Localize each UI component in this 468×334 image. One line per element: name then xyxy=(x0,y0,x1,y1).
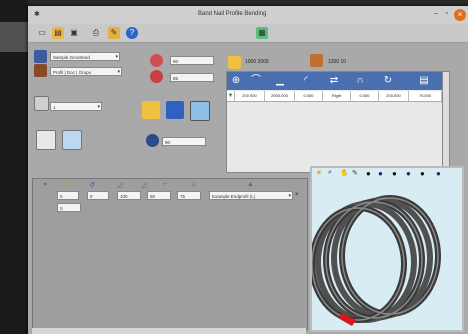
help-icon[interactable]: ? xyxy=(126,27,138,39)
corner-icon: ⌐ xyxy=(163,181,168,188)
pan-icon[interactable]: ✋ xyxy=(340,169,349,177)
param-extra-input[interactable]: 0 xyxy=(57,203,81,212)
end-profile-select[interactable]: Example Endprofil (L) xyxy=(209,191,293,200)
shape-grid-icon[interactable] xyxy=(190,101,210,121)
table-cell[interactable]: Right xyxy=(323,91,351,101)
parameter-panel: ● ✎ ↺ ◿ ◿ ⌐ ⟂ ▲ 0 0 100 90 75 Example En… xyxy=(32,178,308,330)
toolbar: ▭ ▤ ▣ ⎙ ✎ ? ▦ xyxy=(28,24,468,43)
new-icon[interactable]: ▭ xyxy=(36,27,48,39)
slope-icon: ◿ xyxy=(117,182,123,189)
export-icon[interactable]: ▦ xyxy=(256,27,268,39)
param-input-3[interactable]: 100 xyxy=(117,191,141,200)
radius-icon xyxy=(150,54,163,67)
zoom-icon[interactable]: ⌕ xyxy=(328,169,332,177)
checkbox-icon[interactable] xyxy=(34,96,49,111)
sphere-icon: ● xyxy=(43,181,48,188)
view-sphere-3-icon[interactable]: ● xyxy=(392,169,397,178)
rotate-icon xyxy=(146,134,159,147)
table-scrollbar[interactable] xyxy=(442,71,450,171)
shape-blue-icon[interactable] xyxy=(166,101,184,119)
profile-select[interactable]: Profil | Doc | Grupo xyxy=(50,67,122,76)
param-input-4[interactable]: 90 xyxy=(147,191,171,200)
window-menu-icon[interactable]: ✱ xyxy=(34,10,40,18)
pitch-col-icon[interactable]: ∩ xyxy=(353,74,367,88)
value-mid-field[interactable]: 85 xyxy=(170,73,214,82)
view-sphere-1-icon[interactable]: ● xyxy=(366,169,371,178)
angle-icon xyxy=(150,70,163,83)
split-icon: ⟂ xyxy=(191,181,196,188)
bend-tool-icon[interactable] xyxy=(36,130,56,150)
value-top-field[interactable]: 90 xyxy=(170,56,214,65)
view-sphere-5-icon[interactable]: ● xyxy=(420,169,425,178)
remove-icon[interactable]: × xyxy=(295,192,299,198)
material-select[interactable]: Sample Grootrend xyxy=(50,52,120,61)
desktop-band xyxy=(0,22,28,52)
param-input-1[interactable]: 0 xyxy=(57,191,79,200)
maximize-icon[interactable]: ▫ xyxy=(446,10,448,17)
hook-icon: ↺ xyxy=(89,182,95,189)
small-select[interactable]: 1 xyxy=(50,102,102,111)
minimize-icon[interactable]: – xyxy=(434,10,438,17)
table-cell[interactable]: 200.000 xyxy=(379,91,409,101)
segments-table: ⊕ ⌒ ▁ ◜ ⇄ ∩ ↻ ▤ ▼ 200 000 2000.000 0.000… xyxy=(226,71,443,173)
settings-icon[interactable]: ✎ xyxy=(108,27,120,39)
param-input-5[interactable]: 75 xyxy=(177,191,201,200)
slope2-icon: ◿ xyxy=(141,182,147,189)
add-row-icon[interactable]: ⊕ xyxy=(229,74,243,88)
pin-icon: ✎ xyxy=(65,182,71,189)
arc-icon[interactable]: ⌒ xyxy=(249,74,263,88)
print-icon[interactable]: ⎙ xyxy=(90,27,102,39)
table-cell[interactable]: 75.000 xyxy=(409,91,442,101)
table-header: ⊕ ⌒ ▁ ◜ ⇄ ∩ ↻ ▤ xyxy=(227,72,442,90)
delete-row-icon[interactable]: ▤ xyxy=(417,74,431,88)
view-sphere-2-icon[interactable]: ● xyxy=(378,169,383,178)
tab2-label[interactable]: 1200 10 xyxy=(328,59,346,65)
turn-col-icon[interactable]: ↻ xyxy=(381,74,395,88)
profile-icon xyxy=(34,64,47,77)
window-title: Band Nail Profile Bending xyxy=(198,11,267,17)
save-icon[interactable]: ▣ xyxy=(68,27,80,39)
row-marker-icon: ▼ xyxy=(227,91,235,101)
direction-col-icon[interactable]: ⇄ xyxy=(327,74,341,88)
close-button[interactable]: × xyxy=(454,9,466,21)
table-cell[interactable]: 2000.000 xyxy=(265,91,295,101)
radius-col-icon[interactable]: ◜ xyxy=(299,74,313,88)
table-cell[interactable]: 0.000 xyxy=(295,91,323,101)
coil-render xyxy=(312,195,441,326)
horizontal-scrollbar[interactable] xyxy=(32,328,306,334)
stack-icon: ▲ xyxy=(247,181,254,188)
title-bar: ✱ Band Nail Profile Bending – ▫ × xyxy=(28,6,468,24)
viewport-toolbar: ✳ ⌕ ✋ ✎ ● ● ● ● ● ● xyxy=(312,168,462,180)
table-cell[interactable]: 0.000 xyxy=(351,91,379,101)
pencil-icon[interactable]: ✎ xyxy=(352,169,358,177)
view-sphere-6-icon[interactable]: ● xyxy=(436,169,441,178)
line-icon[interactable]: ▁ xyxy=(273,74,287,88)
tab1-icon[interactable] xyxy=(228,56,241,69)
view-sphere-4-icon[interactable]: ● xyxy=(406,169,411,178)
shape-yellow-icon[interactable] xyxy=(142,101,160,119)
tab1-label[interactable]: 1000 2000 xyxy=(245,59,269,65)
3d-viewport[interactable]: ✳ ⌕ ✋ ✎ ● ● ● ● ● ● xyxy=(310,166,464,332)
material-icon xyxy=(34,50,47,63)
ruler-tool-icon[interactable] xyxy=(62,130,82,150)
open-icon[interactable]: ▤ xyxy=(52,27,64,39)
table-cell[interactable]: 200 000 xyxy=(235,91,265,101)
param-input-2[interactable]: 0 xyxy=(87,191,109,200)
value-angle-field[interactable]: 90 xyxy=(162,137,206,146)
table-row[interactable]: ▼ 200 000 2000.000 0.000 Right 0.000 200… xyxy=(227,91,442,102)
tab2-icon[interactable] xyxy=(310,54,323,67)
app-window: ✱ Band Nail Profile Bending – ▫ × ▭ ▤ ▣ … xyxy=(28,6,468,334)
view-home-icon[interactable]: ✳ xyxy=(316,169,322,177)
